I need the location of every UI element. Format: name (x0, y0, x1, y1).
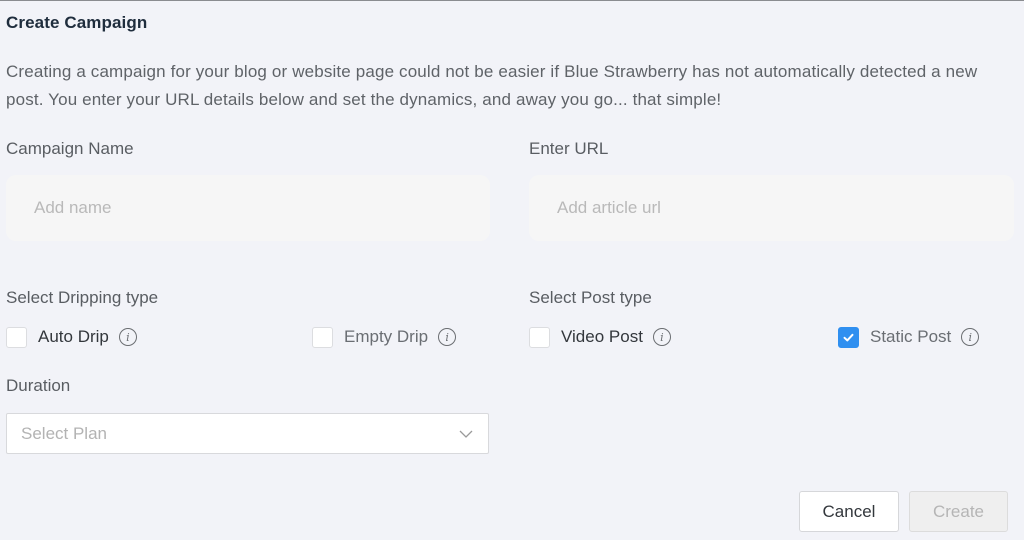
auto-drip-checkbox[interactable] (6, 326, 27, 348)
duration-select-value: Select Plan (21, 423, 107, 443)
dripping-type-label: Select Dripping type (6, 288, 159, 307)
top-border (0, 0, 1024, 1)
auto-drip-label: Auto Drip (38, 327, 109, 346)
info-icon[interactable]: i (652, 328, 671, 346)
info-icon[interactable]: i (118, 328, 137, 346)
url-input[interactable] (529, 175, 1014, 241)
dialog-title: Create Campaign (6, 13, 148, 32)
campaign-name-label: Campaign Name (6, 139, 134, 158)
static-post-label: Static Post (870, 327, 952, 346)
auto-drip-option[interactable]: Auto Drip i (6, 325, 137, 349)
post-type-label: Select Post type (529, 288, 652, 307)
video-post-option[interactable]: Video Post i (529, 325, 671, 349)
video-post-label: Video Post (561, 327, 643, 346)
url-label: Enter URL (529, 139, 609, 158)
empty-drip-label: Empty Drip (344, 327, 429, 346)
static-post-checkbox[interactable] (838, 326, 859, 348)
static-post-option[interactable]: Static Post i (838, 325, 980, 349)
duration-label: Duration (6, 376, 71, 395)
cancel-button[interactable]: Cancel (799, 491, 899, 532)
create-button[interactable]: Create (909, 491, 1008, 532)
check-icon (843, 333, 854, 341)
info-icon[interactable]: i (438, 328, 457, 346)
campaign-name-input[interactable] (6, 175, 490, 241)
chevron-down-icon (459, 430, 473, 438)
video-post-checkbox[interactable] (529, 326, 550, 348)
empty-drip-option[interactable]: Empty Drip i (312, 325, 457, 349)
empty-drip-checkbox[interactable] (312, 326, 333, 348)
info-icon[interactable]: i (961, 328, 980, 346)
dialog-description: Creating a campaign for your blog or web… (6, 62, 978, 109)
duration-select[interactable]: Select Plan (6, 413, 489, 454)
